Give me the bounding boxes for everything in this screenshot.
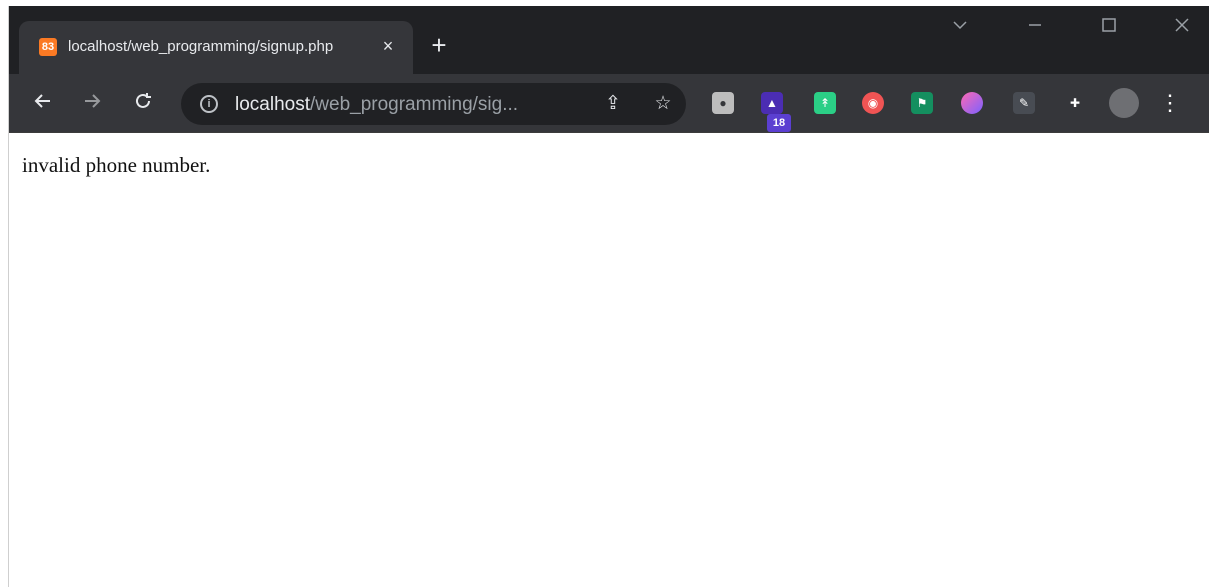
- arrow-right-icon[interactable]: [78, 90, 106, 118]
- close-icon[interactable]: [1162, 16, 1202, 46]
- arrow-left-icon[interactable]: [29, 90, 57, 118]
- browser-toolbar: i localhost/web_programming/sig... ⇪ ☆ ●…: [9, 74, 1209, 133]
- url-path: /web_programming/sig...: [310, 94, 519, 115]
- url-text[interactable]: localhost/web_programming/sig...: [235, 93, 575, 117]
- avatar[interactable]: [1109, 88, 1139, 118]
- close-tab-button[interactable]: ×: [377, 35, 399, 57]
- chevron-down-icon[interactable]: [940, 16, 980, 46]
- pen-extension-icon[interactable]: ✎: [1013, 92, 1035, 114]
- share-icon[interactable]: ⇪: [601, 92, 625, 116]
- info-icon[interactable]: i: [200, 95, 218, 113]
- minimize-icon[interactable]: [1015, 16, 1055, 46]
- tab-title: localhost/web_programming/signup.php: [68, 38, 334, 55]
- star-icon[interactable]: ☆: [651, 92, 675, 116]
- bird-extension-icon[interactable]: ↟: [814, 92, 836, 114]
- url-host: localhost: [235, 94, 310, 115]
- xampp-icon: 83: [39, 38, 57, 56]
- page-message: invalid phone number.: [22, 153, 211, 177]
- flag-extension-icon[interactable]: ⚑: [911, 92, 933, 114]
- puzzle-icon[interactable]: ✚: [1064, 92, 1086, 114]
- title-bar: 83 localhost/web_programming/signup.php …: [9, 6, 1209, 74]
- maximize-icon[interactable]: [1089, 16, 1129, 46]
- active-tab[interactable]: 83 localhost/web_programming/signup.php …: [19, 21, 413, 74]
- more-vertical-icon[interactable]: ⋮: [1159, 92, 1181, 114]
- graduation-cap-extension-icon[interactable]: ▲: [761, 92, 783, 114]
- reload-icon[interactable]: [129, 90, 157, 118]
- camera-extension-icon[interactable]: ●: [712, 92, 734, 114]
- gradient-extension-icon[interactable]: [961, 92, 983, 114]
- extension-badge: 18: [767, 114, 791, 132]
- address-bar[interactable]: i localhost/web_programming/sig... ⇪ ☆: [181, 83, 686, 125]
- new-tab-button[interactable]: +: [427, 32, 451, 58]
- browser-window: 83 localhost/web_programming/signup.php …: [8, 6, 1209, 587]
- target-extension-icon[interactable]: ◉: [862, 92, 884, 114]
